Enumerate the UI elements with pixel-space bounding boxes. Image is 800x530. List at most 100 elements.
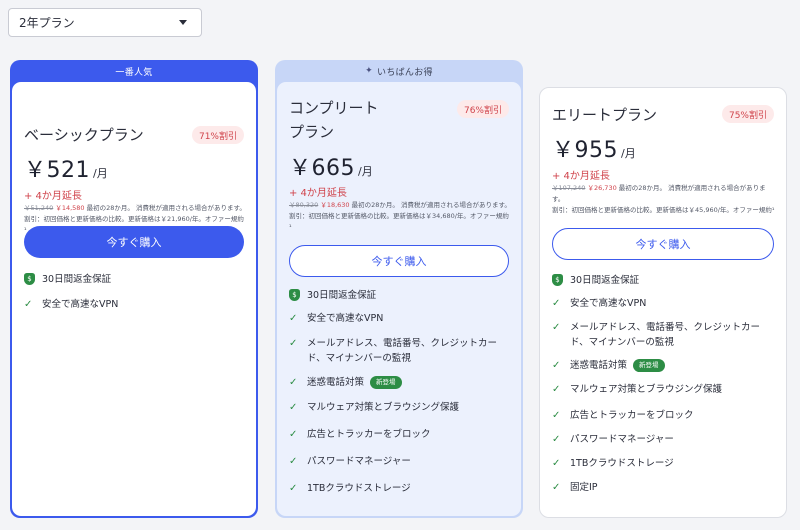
feature-label: マルウェア対策とブラウジング保護 (570, 384, 723, 395)
feature-label-text: 迷惑電話対策 (307, 377, 365, 388)
feature-item: ✓ 広告とトラッカーをブロック (552, 408, 776, 423)
check-icon: ✓ (552, 410, 561, 421)
feature-item: ✓ メールアドレス、電話番号、クレジットカード、マイナンバーの監視 (552, 320, 776, 350)
fine-print: ￥80,320 ￥18,630 最初の28か月。 消費税が適用される場合がありま… (289, 200, 511, 233)
shield-icon: $ (552, 274, 563, 286)
plan-card-elite: エリートプラン 75%割引 ￥955 /月 + 4か月延長 ￥107,240 ￥… (539, 87, 787, 518)
discount-badge: 75%割引 (721, 105, 774, 123)
discount-badge: 71%割引 (191, 126, 244, 144)
plan-price: ￥955 /月 (552, 132, 636, 164)
feature-item: ✓ パスワードマネージャー (552, 432, 776, 447)
plan-name: エリートプラン (552, 106, 658, 124)
feature-item: ✓ マルウェア対策とブラウジング保護 (552, 382, 776, 397)
discount-badge: 76%割引 (456, 100, 509, 118)
feature-item: ✓ 安全で高速なVPN (289, 311, 511, 326)
sale-price: ￥26,730 (587, 184, 617, 192)
check-icon: ✓ (552, 298, 561, 309)
plan-price: ￥665 /月 (289, 150, 373, 182)
check-icon: ✓ (552, 458, 561, 469)
new-badge: 新登場 (633, 359, 665, 372)
fine-print-line2: 割引：初回価格と更新価格の比較。更新価格は￥34,680/年。オファー規約¹ (289, 212, 509, 231)
check-icon: ✓ (552, 482, 561, 493)
feature-list: $ 30日間返金保証 ✓ 安全で高速なVPN (24, 272, 246, 312)
feature-label: 1TBクラウドストレージ (307, 483, 411, 494)
feature-label: メールアドレス、電話番号、クレジットカード、マイナンバーの監視 (307, 338, 498, 364)
buy-now-button[interactable]: 今すぐ購入 (552, 228, 774, 260)
plan-duration-select[interactable]: 2年プラン (8, 8, 202, 37)
extension-text: + 4か月延長 (24, 191, 82, 202)
feature-label: 安全で高速なVPN (42, 299, 119, 310)
price-period: /月 (358, 165, 373, 178)
fine-print-line1: 最初の28か月。 消費税が適用される場合があります。 (349, 201, 511, 209)
feature-item: ✓ 1TBクラウドストレージ (552, 456, 776, 471)
fine-print-line1: 最初の28か月。 消費税が適用される場合があります。 (84, 204, 246, 212)
guarantee-item: $ 30日間返金保証 (552, 273, 776, 288)
plan-name: ベーシックプラン (24, 126, 144, 144)
feature-label: メールアドレス、電話番号、クレジットカード、マイナンバーの監視 (570, 322, 761, 348)
feature-item: ✓ メールアドレス、電話番号、クレジットカード、マイナンバーの監視 (289, 336, 511, 366)
fine-print-line2: 割引：初回価格と更新価格の比較。更新価格は￥45,960/年。オファー規約¹ (552, 206, 775, 214)
sale-price: ￥14,580 (55, 204, 85, 212)
feature-label: 固定IP (570, 482, 598, 493)
check-icon: ✓ (289, 402, 298, 413)
feature-list: $ 30日間返金保証 ✓ 安全で高速なVPN ✓ メールアドレス、電話番号、クレ… (552, 273, 776, 495)
guarantee-label: 30日間返金保証 (570, 275, 640, 286)
popular-banner: 一番人気 (115, 67, 153, 78)
feature-item: ✓ 1TBクラウドストレージ (289, 481, 511, 496)
original-price: ￥107,240 (552, 184, 586, 192)
check-icon: ✓ (289, 313, 298, 324)
check-icon: ✓ (552, 434, 561, 445)
plan-name-line1: コンプリート (289, 99, 379, 117)
guarantee-item: $ 30日間返金保証 (24, 272, 246, 287)
feature-label: パスワードマネージャー (307, 456, 411, 467)
check-icon: ✓ (552, 384, 561, 395)
feature-item: ✓ 固定IP (552, 480, 776, 495)
feature-label: 安全で高速なVPN (307, 313, 384, 324)
check-icon: ✓ (289, 377, 298, 388)
shield-icon: $ (289, 289, 300, 301)
fine-print: ￥107,240 ￥26,730 最初の28か月。 消費税が適用される場合があり… (552, 183, 776, 216)
shield-icon: $ (24, 273, 35, 285)
plan-price: ￥521 /月 (24, 152, 108, 184)
check-icon: ✓ (289, 483, 298, 494)
extension-text: + 4か月延長 (289, 188, 347, 199)
best-value-banner: ✦ いちばんお得 (275, 60, 523, 82)
feature-label: 迷惑電話対策 新登場 (307, 375, 402, 390)
feature-label: 広告とトラッカーをブロック (570, 410, 694, 421)
feature-item: ✓ マルウェア対策とブラウジング保護 (289, 400, 511, 415)
feature-item: ✓ 安全で高速なVPN (24, 297, 246, 312)
sparkle-icon: ✦ (365, 66, 374, 76)
plan-card-complete: ✦ いちばんお得 コンプリート プラン 76%割引 ￥665 /月 + 4か月延… (275, 60, 523, 518)
feature-item: ✓ 安全で高速なVPN (552, 296, 776, 311)
guarantee-item: $ 30日間返金保証 (289, 288, 511, 303)
plan-duration-value: 2年プラン (19, 16, 75, 30)
check-icon: ✓ (24, 299, 33, 310)
check-icon: ✓ (289, 338, 298, 349)
feature-item: ✓ 広告とトラッカーをブロック (289, 427, 511, 442)
price-period: /月 (621, 147, 636, 160)
guarantee-label: 30日間返金保証 (307, 290, 377, 301)
feature-label: 広告とトラッカーをブロック (307, 429, 431, 440)
feature-label: 安全で高速なVPN (570, 298, 647, 309)
pricing-page: 2年プラン 一番人気 ベーシックプラン 71%割引 ￥521 /月 + 4か月延… (0, 0, 800, 530)
new-badge: 新登場 (370, 376, 402, 389)
original-price: ￥80,320 (289, 201, 319, 209)
feature-item: ✓ パスワードマネージャー (289, 454, 511, 469)
plan-name: コンプリート プラン (289, 96, 379, 144)
fine-print-line1: 最初の28か月。 消費税が適用される場合があります。 (552, 184, 766, 203)
check-icon: ✓ (289, 456, 298, 467)
check-icon: ✓ (552, 360, 561, 371)
feature-label: パスワードマネージャー (570, 434, 674, 445)
sale-price: ￥18,630 (320, 201, 350, 209)
guarantee-label: 30日間返金保証 (42, 274, 112, 285)
check-icon: ✓ (552, 322, 561, 333)
buy-now-button[interactable]: 今すぐ購入 (289, 245, 509, 277)
feature-item: ✓ 迷惑電話対策 新登場 (289, 375, 511, 390)
best-value-label: いちばんお得 (377, 67, 433, 78)
buy-now-button[interactable]: 今すぐ購入 (24, 226, 244, 258)
price-amount: ￥955 (552, 138, 618, 163)
feature-item: ✓ 迷惑電話対策 新登場 (552, 358, 776, 373)
check-icon: ✓ (289, 429, 298, 440)
feature-label: 迷惑電話対策 新登場 (570, 358, 665, 373)
extension-text: + 4か月延長 (552, 171, 610, 182)
